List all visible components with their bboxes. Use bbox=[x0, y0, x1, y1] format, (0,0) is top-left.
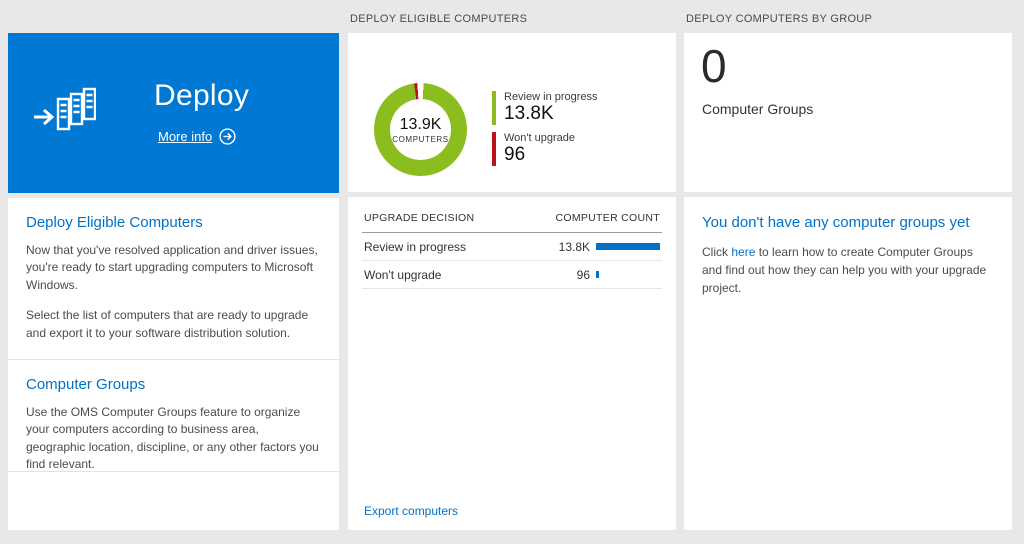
row-label: Won't upgrade bbox=[364, 268, 546, 282]
legend-value: 13.8K bbox=[504, 103, 598, 125]
column-header-eligible: DEPLOY ELIGIBLE COMPUTERS bbox=[350, 13, 527, 25]
donut-center: 13.9K COMPUTERS bbox=[374, 83, 467, 176]
more-info-label: More info bbox=[158, 129, 212, 144]
legend-label: Won't upgrade bbox=[504, 132, 598, 144]
arrow-circle-icon bbox=[219, 128, 236, 145]
section-heading: Deploy Eligible Computers bbox=[26, 214, 321, 231]
row-value: 96 bbox=[546, 268, 590, 282]
eligible-computers-chart-tile: 13.9K COMPUTERS Review in progress 13.8K… bbox=[348, 33, 676, 192]
empty-state-text: Click here to learn how to create Comput… bbox=[702, 243, 994, 297]
deploy-dashboard: DEPLOY ELIGIBLE COMPUTERS DEPLOY COMPUTE… bbox=[0, 0, 1024, 544]
chart-legend: Review in progress 13.8K Won't upgrade 9… bbox=[492, 91, 598, 166]
computer-groups-count: 0 bbox=[701, 41, 727, 92]
computers-donut-chart[interactable]: 13.9K COMPUTERS bbox=[374, 83, 467, 176]
column-header-groups: DEPLOY COMPUTERS BY GROUP bbox=[686, 13, 872, 25]
upgrade-decision-table: UPGRADE DECISION COMPUTER COUNT Review i… bbox=[348, 197, 676, 289]
here-link[interactable]: here bbox=[731, 245, 755, 259]
section-eligible-computers: Deploy Eligible Computers Now that you'v… bbox=[8, 198, 339, 359]
row-bar-container bbox=[596, 243, 660, 250]
column-computer-count: COMPUTER COUNT bbox=[555, 212, 660, 224]
legend-item-wont-upgrade: Won't upgrade 96 bbox=[492, 132, 598, 166]
computer-groups-empty-panel: You don't have any computer groups yet C… bbox=[684, 197, 1012, 530]
section-divider bbox=[8, 471, 339, 472]
empty-text-before: Click bbox=[702, 245, 731, 259]
section-paragraph: Now that you've resolved application and… bbox=[26, 242, 321, 294]
empty-state-heading: You don't have any computer groups yet bbox=[702, 214, 994, 231]
row-label: Review in progress bbox=[364, 240, 546, 254]
legend-item-review: Review in progress 13.8K bbox=[492, 91, 598, 125]
section-paragraph: Select the list of computers that are re… bbox=[26, 307, 321, 342]
column-upgrade-decision: UPGRADE DECISION bbox=[364, 212, 474, 224]
computer-groups-count-label: Computer Groups bbox=[702, 101, 813, 117]
row-bar-container bbox=[596, 271, 660, 278]
row-bar bbox=[596, 271, 599, 278]
deploy-icon bbox=[32, 81, 96, 145]
section-heading: Computer Groups bbox=[26, 376, 321, 393]
row-bar bbox=[596, 243, 660, 250]
tile-title: Deploy bbox=[154, 79, 249, 113]
table-header-row: UPGRADE DECISION COMPUTER COUNT bbox=[362, 209, 662, 233]
legend-value: 96 bbox=[504, 144, 598, 166]
table-row[interactable]: Won't upgrade 96 bbox=[362, 261, 662, 289]
legend-label: Review in progress bbox=[504, 91, 598, 103]
export-computers-link[interactable]: Export computers bbox=[364, 504, 458, 518]
donut-total-label: COMPUTERS bbox=[392, 135, 449, 144]
computer-groups-count-tile: 0 Computer Groups bbox=[684, 33, 1012, 192]
more-info-link[interactable]: More info bbox=[158, 128, 236, 145]
section-paragraph: Use the OMS Computer Groups feature to o… bbox=[26, 404, 321, 474]
row-value: 13.8K bbox=[546, 240, 590, 254]
upgrade-decision-table-panel: UPGRADE DECISION COMPUTER COUNT Review i… bbox=[348, 197, 676, 530]
deploy-tile: Deploy More info bbox=[8, 33, 339, 193]
donut-total: 13.9K bbox=[400, 116, 442, 134]
table-row[interactable]: Review in progress 13.8K bbox=[362, 233, 662, 261]
deploy-description-panel: Deploy Eligible Computers Now that you'v… bbox=[8, 198, 339, 530]
